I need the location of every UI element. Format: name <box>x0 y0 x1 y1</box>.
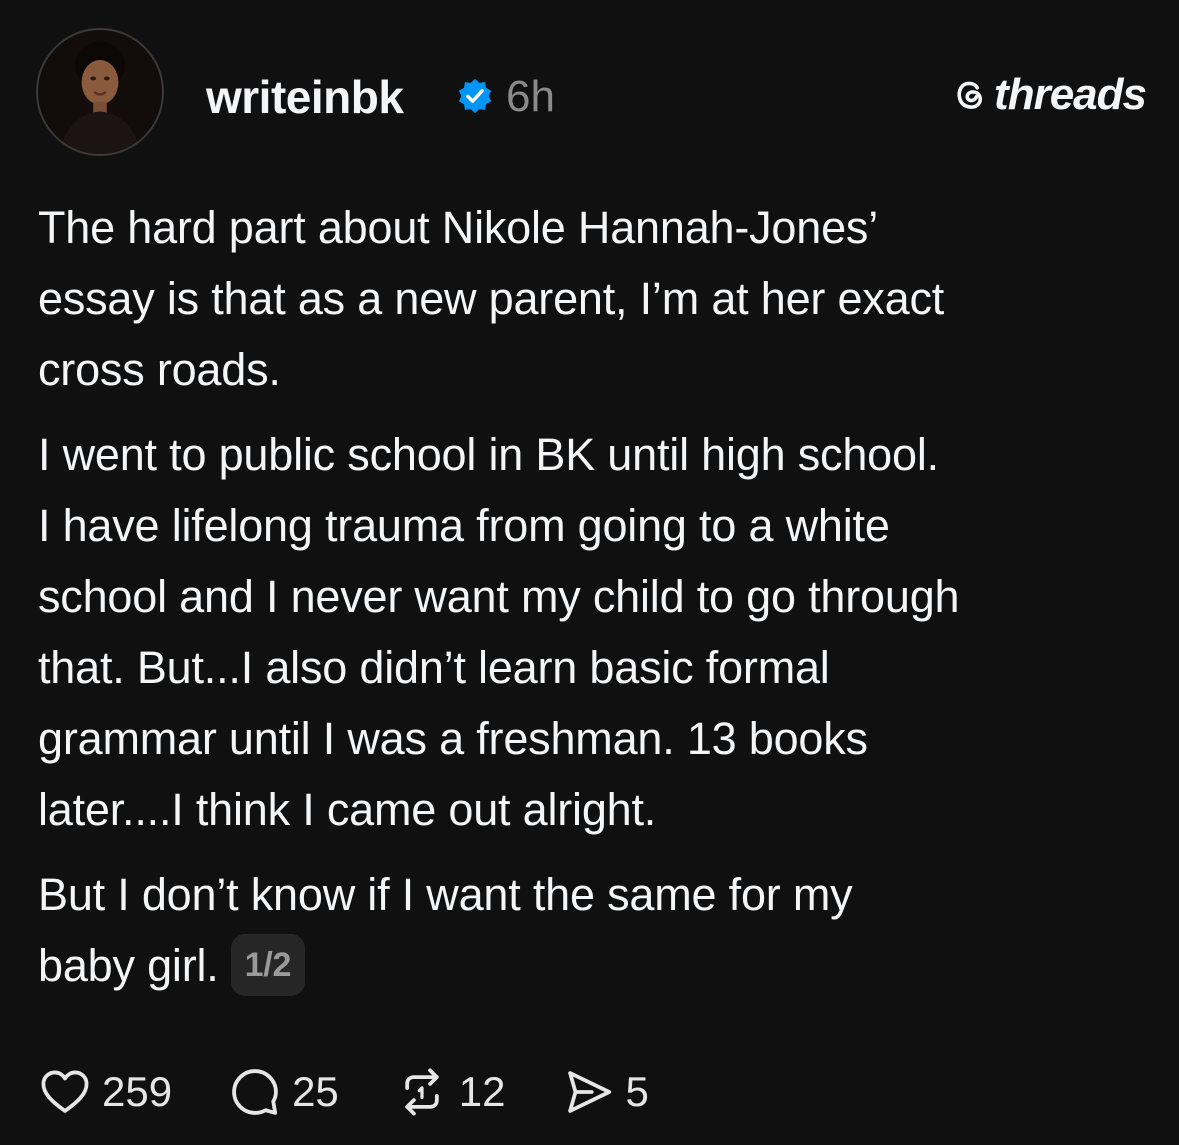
post-text-line: later....I think I came out alright. <box>38 784 657 835</box>
share-button[interactable]: 5 <box>562 1065 649 1119</box>
avatar[interactable] <box>36 28 164 156</box>
verified-badge-icon <box>458 78 492 114</box>
post-body: The hard part about Nikole Hannah-Jones’… <box>38 192 1148 1015</box>
post-text-line: The hard part about Nikole Hannah-Jones’ <box>38 202 879 253</box>
send-icon <box>567 1071 611 1113</box>
heart-icon <box>41 1070 89 1113</box>
post-paragraph: I went to public school in BK until high… <box>38 419 1148 845</box>
post-header: writeinbk 6h threads <box>36 28 1147 162</box>
post-text-line: I went to public school in BK until high… <box>38 429 939 480</box>
post-text-line: cross roads. <box>38 344 281 395</box>
repost-count: 12 <box>458 1068 506 1115</box>
threads-logo-icon <box>957 81 983 109</box>
post-text-line: that. But...I also didn’t learn basic fo… <box>38 642 830 693</box>
repost-icon <box>405 1068 439 1116</box>
post-text-line: I have lifelong trauma from going to a w… <box>38 500 890 551</box>
post-paragraph: But I don’t know if I want the same for … <box>38 859 1148 1001</box>
threads-brand: threads <box>952 70 1147 120</box>
like-count: 259 <box>102 1068 173 1115</box>
post-text-line-last: baby girl. 1/2 <box>38 930 1148 1001</box>
post-text-line: essay is that as a new parent, I’m at he… <box>38 273 945 324</box>
post-text-line: But I don’t know if I want the same for … <box>38 869 853 920</box>
repost-button[interactable]: 12 <box>395 1065 506 1119</box>
post-timestamp: 6h <box>506 72 555 121</box>
post-paragraph: The hard part about Nikole Hannah-Jones’… <box>38 192 1148 405</box>
post-text-line: school and I never want my child to go t… <box>38 571 960 622</box>
thread-page-indicator: 1/2 <box>230 934 306 997</box>
reply-button[interactable]: 25 <box>228 1065 339 1119</box>
share-count: 5 <box>625 1068 649 1115</box>
username[interactable]: writeinbk <box>206 70 404 124</box>
post-text-line: grammar until I was a freshman. 13 books <box>38 713 868 764</box>
comment-icon <box>232 1069 278 1115</box>
post-actions: 259 25 12 5 <box>38 1062 705 1122</box>
reply-count: 25 <box>292 1068 339 1115</box>
like-button[interactable]: 259 <box>38 1065 172 1119</box>
threads-wordmark: threads <box>994 70 1147 119</box>
post-text-line: baby girl. <box>38 940 219 991</box>
